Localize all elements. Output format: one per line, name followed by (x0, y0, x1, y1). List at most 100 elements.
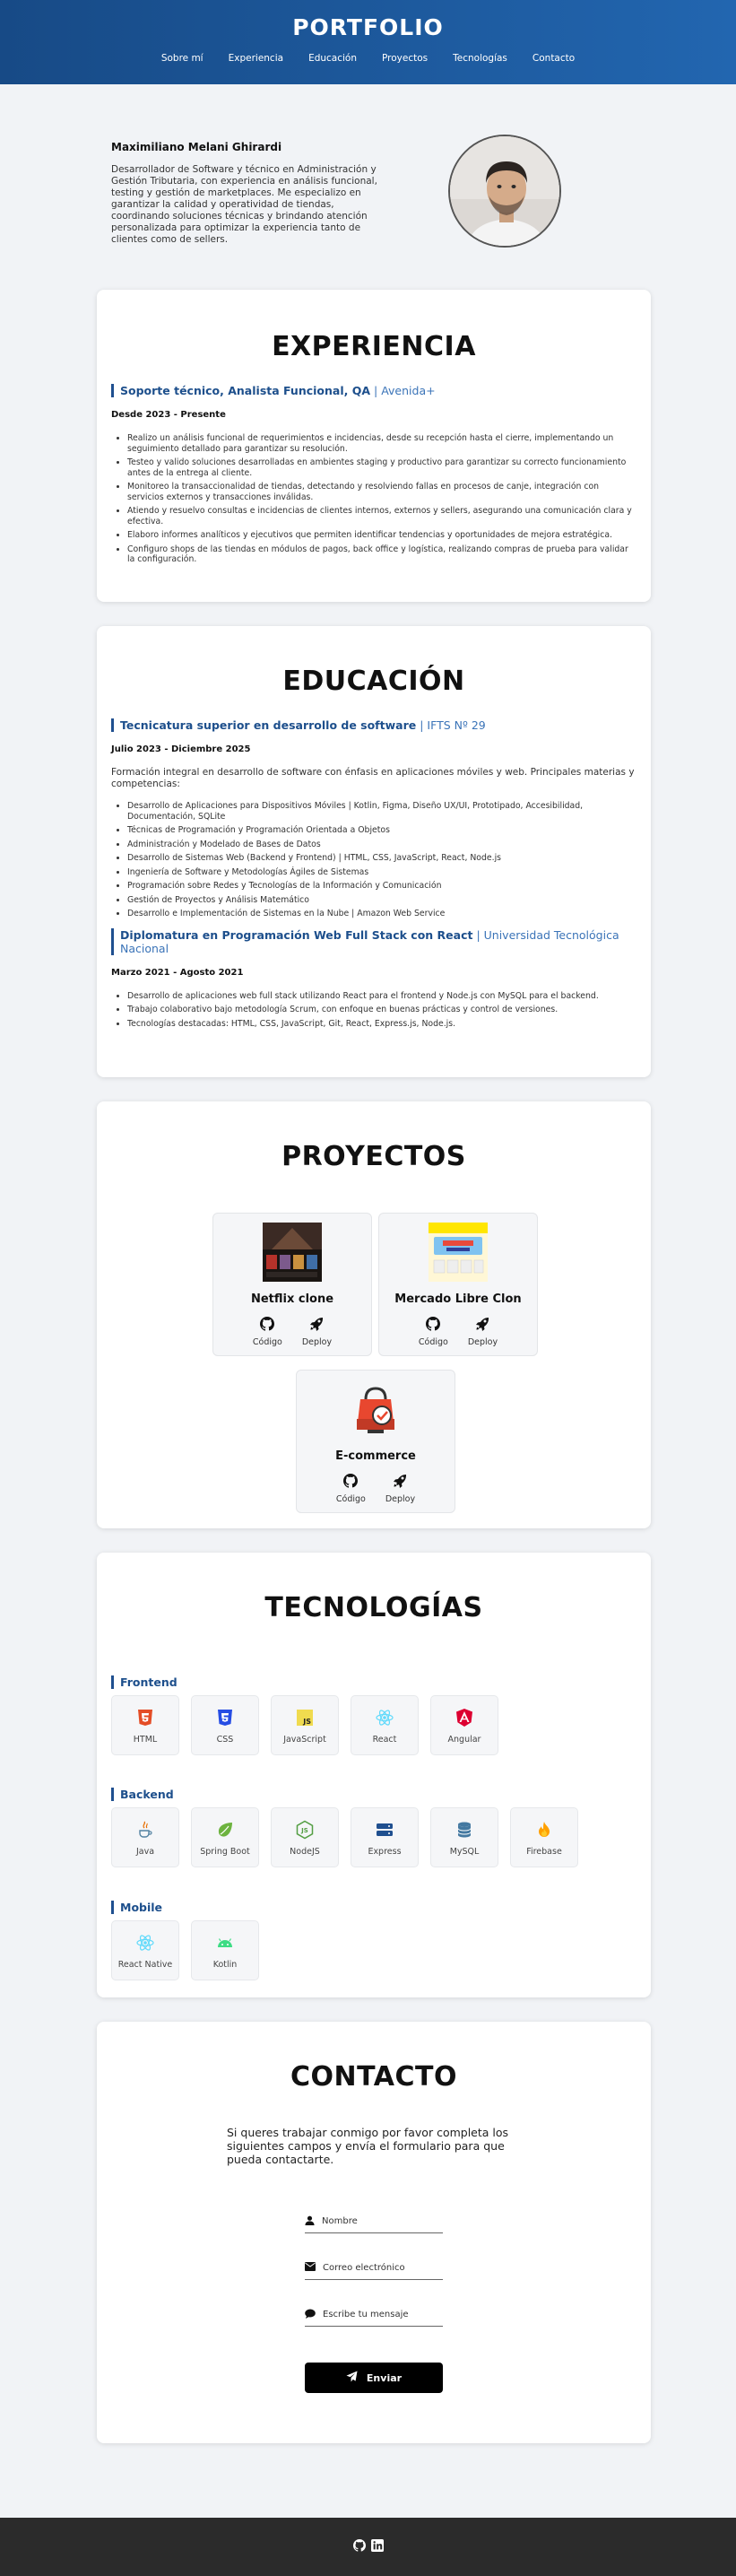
html5-icon (135, 1708, 155, 1727)
tech-label: Java (135, 1847, 155, 1857)
list-item: Programación sobre Redes y Tecnologías d… (127, 881, 636, 892)
netflix-thumbnail (263, 1223, 322, 1282)
nav-link-contact[interactable]: Contacto (533, 53, 575, 64)
job-company: Avenida+ (381, 384, 436, 397)
github-icon[interactable] (352, 2539, 366, 2554)
list-item: Desarrollo de Sistemas Web (Backend y Fr… (127, 853, 636, 864)
tech-label: Express (368, 1847, 402, 1857)
rocket-icon (393, 1474, 407, 1491)
list-item: Administración y Modelado de Bases de Da… (127, 840, 636, 850)
about-description: Desarrollador de Software y técnico en A… (111, 164, 377, 245)
tech-label: NodeJS (290, 1847, 320, 1857)
education-title: Diplomatura en Programación Web Full Sta… (111, 927, 636, 955)
email-field[interactable]: Correo electrónico (305, 2257, 443, 2280)
job-separator: | (370, 384, 382, 397)
nodejs-icon: JS (295, 1820, 315, 1840)
css3-icon (215, 1708, 235, 1727)
paper-plane-icon (346, 2371, 358, 2385)
tech-label: MySQL (449, 1847, 480, 1857)
list-item: Atiendo y resuelvo consultas e incidenci… (127, 506, 636, 527)
email-placeholder: Correo electrónico (323, 2263, 405, 2273)
tech-java: Java (111, 1807, 179, 1867)
nav-link-about[interactable]: Sobre mí (161, 53, 203, 64)
experience-section: EXPERIENCIA Soporte técnico, Analista Fu… (97, 290, 651, 602)
contact-section: CONTACTO Si queres trabajar conmigo por … (97, 2022, 651, 2443)
message-field[interactable]: Escribe tu mensaje (305, 2303, 443, 2327)
deploy-label: Deploy (301, 1337, 333, 1347)
name-field[interactable]: Nombre (305, 2210, 443, 2233)
nav-link-projects[interactable]: Proyectos (382, 53, 428, 64)
technologies-section: TECNOLOGÍAS Frontend HTML CSS JS JavaScr… (97, 1553, 651, 1997)
list-item: Trabajo colaborativo bajo metodología Sc… (127, 1005, 636, 1015)
android-icon (215, 1933, 235, 1953)
job-title: Soporte técnico, Analista Funcional, QA … (111, 384, 636, 397)
nav-link-technologies[interactable]: Tecnologías (453, 53, 507, 64)
list-item: Elaboro informes analíticos y ejecutivos… (127, 530, 636, 541)
code-link[interactable]: Código (419, 1317, 448, 1347)
technologies-heading: TECNOLOGÍAS (264, 1592, 483, 1623)
list-item: Monitoreo la transaccionalidad de tienda… (127, 482, 636, 502)
list-item: Realizo un análisis funcional de requeri… (127, 433, 636, 454)
tech-label: HTML (133, 1735, 158, 1745)
project-title: Mercado Libre Clon (394, 1292, 522, 1306)
code-label: Código (335, 1494, 366, 1504)
tech-express: Express (351, 1807, 419, 1867)
deploy-link[interactable]: Deploy (468, 1317, 498, 1347)
firebase-icon (534, 1820, 554, 1840)
project-card-netflix: Netflix clone Código Deploy (212, 1213, 372, 1356)
tech-label: Angular (447, 1735, 481, 1745)
tech-angular: Angular (430, 1695, 498, 1755)
send-button[interactable]: Enviar (305, 2363, 443, 2393)
linkedin-icon[interactable] (370, 2539, 384, 2554)
project-links: Código Deploy (213, 1317, 371, 1347)
education-degree: Tecnicatura superior en desarrollo de so… (120, 718, 417, 732)
list-item: Ingeniería de Software y Metodologías Ág… (127, 867, 636, 878)
code-link[interactable]: Código (336, 1474, 366, 1504)
angular-icon (455, 1708, 474, 1727)
experience-list: Realizo un análisis funcional de requeri… (111, 433, 636, 565)
job-role: Soporte técnico, Analista Funcional, QA (120, 384, 371, 397)
deploy-link[interactable]: Deploy (385, 1474, 415, 1504)
rocket-icon (309, 1317, 324, 1334)
tech-label: JavaScript (283, 1735, 326, 1745)
github-icon (260, 1317, 275, 1334)
project-links: Código Deploy (297, 1474, 455, 1504)
nav-link-education[interactable]: Educación (308, 53, 357, 64)
code-link[interactable]: Código (253, 1317, 282, 1347)
envelope-icon (305, 2262, 316, 2274)
frontend-label: Frontend (111, 1675, 178, 1689)
spring-icon (215, 1820, 235, 1840)
mobile-label: Mobile (111, 1901, 162, 1914)
education-period: Julio 2023 - Diciembre 2025 (111, 744, 251, 754)
tech-label: Firebase (526, 1847, 562, 1857)
experience-heading: EXPERIENCIA (272, 331, 476, 362)
github-icon (426, 1317, 441, 1334)
tech-firebase: Firebase (510, 1807, 578, 1867)
list-item: Tecnologías destacadas: HTML, CSS, JavaS… (127, 1019, 636, 1030)
code-label: Código (418, 1337, 448, 1347)
education-heading: EDUCACIÓN (282, 666, 465, 697)
project-card-mercadolibre: Mercado Libre Clon Código Deploy (378, 1213, 538, 1356)
nav-link-experience[interactable]: Experiencia (229, 53, 283, 64)
tech-javascript: JS JavaScript (271, 1695, 339, 1755)
shopping-bag-icon (346, 1379, 405, 1439)
main-nav: Sobre mí Experiencia Educación Proyectos… (0, 53, 736, 64)
tech-kotlin: Kotlin (191, 1920, 259, 1980)
code-label: Código (252, 1337, 282, 1347)
site-header: PORTFOLIO Sobre mí Experiencia Educación… (0, 0, 736, 84)
javascript-icon: JS (295, 1708, 315, 1727)
svg-text:JS: JS (300, 1827, 308, 1834)
list-item: Desarrollo de aplicaciones web full stac… (127, 991, 636, 1002)
tech-react: React (351, 1695, 419, 1755)
site-footer (0, 2518, 736, 2576)
tech-nodejs: JS NodeJS (271, 1807, 339, 1867)
tech-label: React (372, 1735, 397, 1745)
site-title: PORTFOLIO (292, 14, 444, 40)
list-item: Desarrollo e Implementación de Sistemas … (127, 909, 636, 919)
project-title: E-commerce (335, 1449, 416, 1463)
list-item: Gestión de Proyectos y Análisis Matemáti… (127, 895, 636, 906)
deploy-link[interactable]: Deploy (302, 1317, 332, 1347)
database-icon (455, 1820, 474, 1840)
projects-heading: PROYECTOS (281, 1141, 466, 1172)
react-icon (375, 1708, 394, 1727)
